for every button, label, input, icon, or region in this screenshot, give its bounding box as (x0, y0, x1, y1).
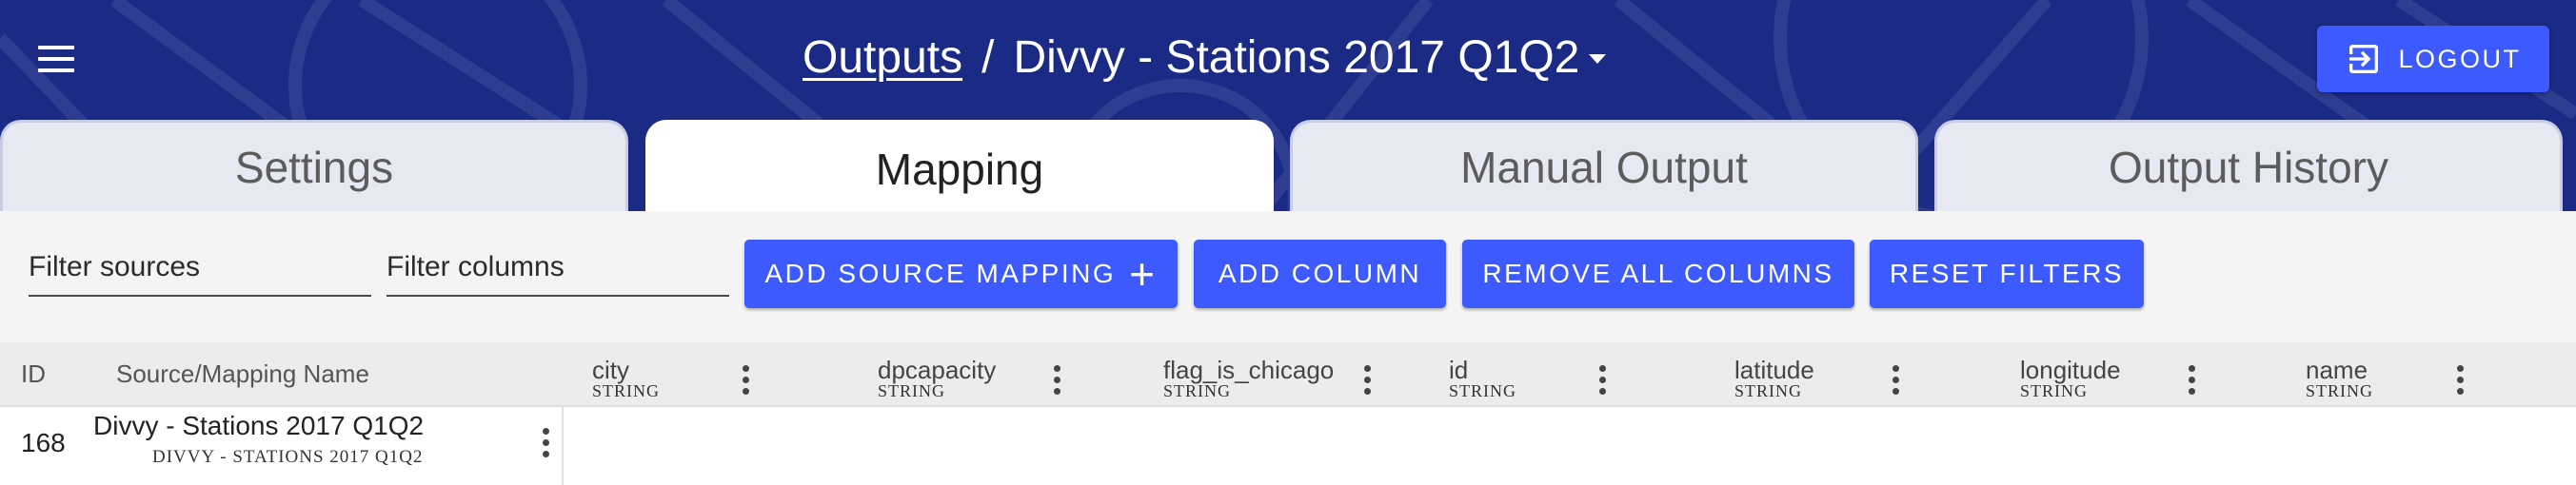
add-source-mapping-button[interactable]: ADD SOURCE MAPPING + (744, 240, 1178, 308)
more-vert-icon[interactable] (2450, 363, 2469, 398)
filter-sources-input[interactable] (29, 240, 371, 295)
breadcrumb-outputs-link[interactable]: Outputs (803, 31, 962, 84)
add-source-mapping-label: ADD SOURCE MAPPING (764, 259, 1117, 288)
column-header-name[interactable]: name STRING (2306, 358, 2373, 399)
tab-settings[interactable]: Settings (0, 120, 628, 211)
more-vert-icon[interactable] (736, 363, 755, 398)
logout-button[interactable]: LOGOUT (2317, 26, 2549, 92)
more-vert-icon[interactable] (2182, 363, 2201, 398)
more-vert-icon[interactable] (1357, 363, 1377, 398)
column-header-id[interactable]: id STRING (1449, 358, 1516, 399)
remove-all-columns-button[interactable]: REMOVE ALL COLUMNS (1462, 240, 1854, 308)
filter-columns-field (386, 240, 729, 297)
dropdown-caret-icon[interactable] (1589, 54, 1607, 64)
output-name: Divvy - Stations 2017 Q1Q2 (1013, 31, 1580, 83)
more-vert-icon[interactable] (536, 426, 555, 460)
tab-output-history[interactable]: Output History (1934, 120, 2563, 211)
column-header-dpcapacity[interactable]: dpcapacity STRING (878, 358, 996, 399)
more-vert-icon[interactable] (1593, 363, 1612, 398)
breadcrumb-separator: / (981, 31, 995, 83)
tab-bar: Settings Mapping Manual Output Output Hi… (0, 120, 2576, 215)
column-header-longitude[interactable]: longitude STRING (2020, 358, 2121, 399)
reset-filters-button[interactable]: RESET FILTERS (1870, 240, 2144, 308)
more-vert-icon[interactable] (1047, 363, 1066, 398)
add-column-button[interactable]: ADD COLUMN (1194, 240, 1446, 308)
table-row[interactable]: 168 Divvy - Stations 2017 Q1Q2 DIVVY - S… (0, 407, 2576, 485)
column-header-latitude[interactable]: latitude STRING (1734, 358, 1814, 399)
row-id: 168 (21, 428, 66, 457)
source-mapping-name: Divvy - Stations 2017 Q1Q2 (93, 411, 425, 440)
page-title: Outputs / Divvy - Stations 2017 Q1Q2 (803, 27, 1607, 87)
source-mapping-name-header: Source/Mapping Name (116, 359, 369, 388)
filter-columns-input[interactable] (386, 240, 729, 295)
grid-header: ID Source/Mapping Name city STRING dpcap… (0, 342, 2576, 407)
tab-mapping[interactable]: Mapping (645, 120, 1274, 215)
filter-sources-field (29, 240, 371, 297)
row-divider (562, 407, 564, 485)
mapping-toolbar: ADD SOURCE MAPPING + ADD COLUMN REMOVE A… (0, 211, 2576, 342)
logout-icon (2349, 45, 2379, 73)
logout-label: LOGOUT (2398, 44, 2522, 73)
menu-button[interactable] (29, 34, 86, 84)
column-header-city[interactable]: city STRING (592, 358, 660, 399)
plus-icon: + (1129, 249, 1158, 299)
source-mapping-subtitle: DIVVY - STATIONS 2017 Q1Q2 (152, 447, 424, 467)
id-column-header: ID (21, 359, 46, 388)
column-header-flag-is-chicago[interactable]: flag_is_chicago STRING (1163, 358, 1334, 399)
more-vert-icon[interactable] (1886, 363, 1905, 398)
tab-manual-output[interactable]: Manual Output (1290, 120, 1918, 211)
